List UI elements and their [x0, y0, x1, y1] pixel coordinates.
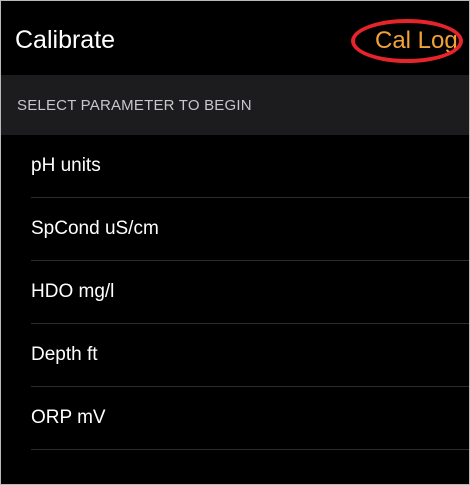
- parameter-row-ph[interactable]: pH units: [1, 135, 469, 198]
- parameter-row-spcond[interactable]: SpCond uS/cm: [1, 198, 469, 261]
- calibrate-screen: Calibrate Cal Log SELECT PARAMETER TO BE…: [0, 0, 470, 485]
- parameter-row-hdo[interactable]: HDO mg/l: [1, 261, 469, 324]
- section-header: SELECT PARAMETER TO BEGIN: [1, 75, 469, 135]
- parameter-label: Depth ft: [31, 344, 98, 365]
- parameter-label: pH units: [31, 155, 101, 176]
- navigation-bar: Calibrate Cal Log: [1, 1, 469, 75]
- parameter-label: ORP mV: [31, 407, 106, 428]
- section-header-label: SELECT PARAMETER TO BEGIN: [17, 97, 252, 114]
- parameter-row-depth[interactable]: Depth ft: [1, 324, 469, 387]
- row-divider: [31, 449, 469, 450]
- page-title: Calibrate: [15, 26, 116, 54]
- parameter-list: pH units SpCond uS/cm HDO mg/l Depth ft …: [1, 135, 469, 450]
- cal-log-highlight-circle: [351, 19, 463, 63]
- parameter-label: SpCond uS/cm: [31, 218, 159, 239]
- parameter-row-orp[interactable]: ORP mV: [1, 387, 469, 450]
- parameter-label: HDO mg/l: [31, 281, 115, 302]
